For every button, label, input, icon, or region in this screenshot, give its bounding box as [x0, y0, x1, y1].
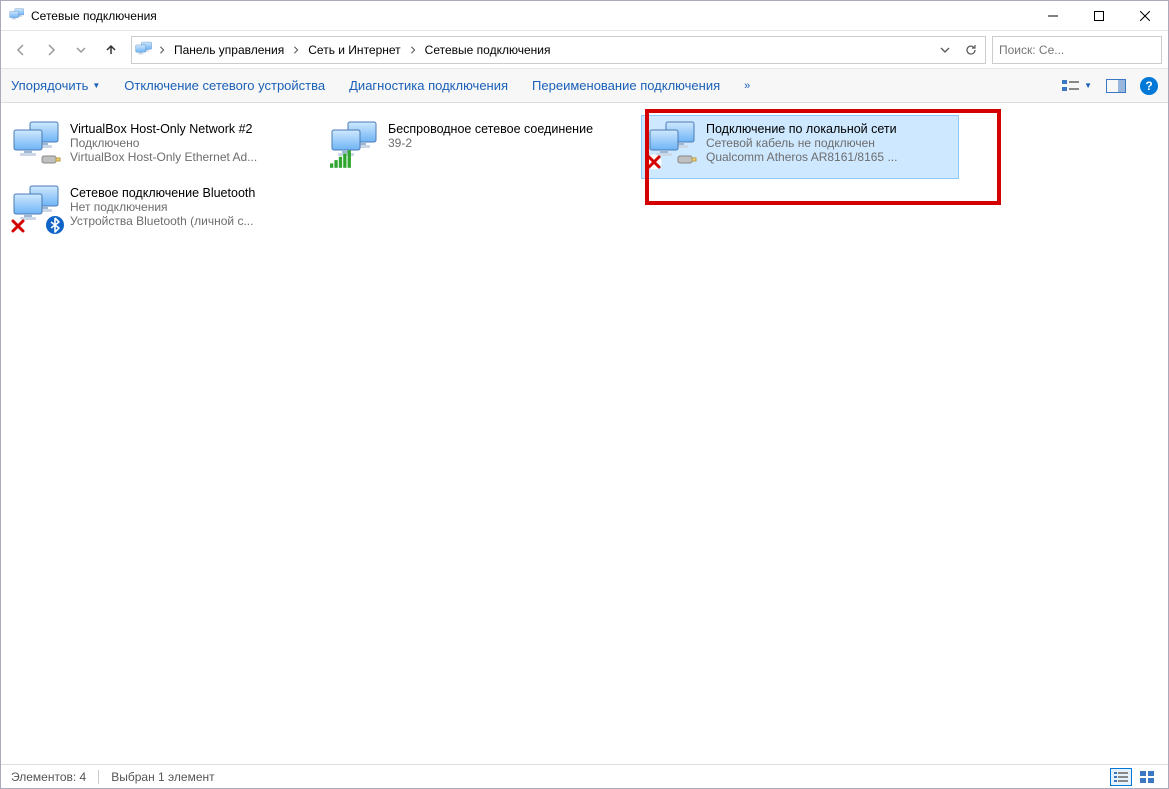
navbar: Панель управления Сеть и Интернет Сетевы… — [1, 31, 1168, 69]
chevron-down-icon: ▼ — [1084, 81, 1092, 90]
content-area: VirtualBox Host-Only Network #2 Подключе… — [1, 103, 1168, 764]
connection-device: VirtualBox Host-Only Ethernet Ad... — [70, 150, 316, 164]
breadcrumb-1[interactable]: Сеть и Интернет — [304, 38, 404, 62]
chevron-right-icon[interactable] — [290, 38, 302, 62]
separator — [98, 770, 99, 784]
connection-device: Устройства Bluetooth (личной с... — [70, 214, 316, 228]
network-adapter-icon — [648, 120, 698, 168]
preview-pane-button[interactable] — [1106, 76, 1126, 96]
search-box[interactable] — [992, 36, 1162, 64]
location-icon — [134, 40, 154, 60]
close-button[interactable] — [1122, 1, 1168, 31]
command-bar: Упорядочить ▼ Отключение сетевого устрой… — [1, 69, 1168, 103]
connection-item[interactable]: Сетевое подключение Bluetooth Нет подклю… — [5, 179, 323, 243]
connection-name: Сетевое подключение Bluetooth — [70, 186, 316, 200]
error-x-icon — [646, 154, 662, 170]
wifi-signal-icon — [330, 150, 352, 168]
breadcrumb-2[interactable]: Сетевые подключения — [421, 38, 555, 62]
nav-forward-button[interactable] — [37, 36, 65, 64]
connection-status: Сетевой кабель не подключен — [706, 136, 952, 150]
search-input[interactable] — [997, 42, 1156, 58]
connection-name: Подключение по локальной сети — [706, 122, 952, 136]
nav-back-button[interactable] — [7, 36, 35, 64]
connection-item[interactable]: Беспроводное сетевое соединение 39-2 — [323, 115, 641, 179]
connection-name: Беспроводное сетевое соединение — [388, 122, 634, 136]
connection-status: Подключено — [70, 136, 316, 150]
view-options-button[interactable]: ▼ — [1062, 79, 1092, 93]
address-bar[interactable]: Панель управления Сеть и Интернет Сетевы… — [131, 36, 986, 64]
connection-item[interactable]: VirtualBox Host-Only Network #2 Подключе… — [5, 115, 323, 179]
rename-button[interactable]: Переименование подключения — [532, 78, 720, 93]
titlebar: Сетевые подключения — [1, 1, 1168, 31]
organize-menu[interactable]: Упорядочить ▼ — [11, 78, 100, 93]
connection-status: 39-2 — [388, 136, 634, 150]
disable-device-button[interactable]: Отключение сетевого устройства — [124, 78, 325, 93]
nav-up-button[interactable] — [97, 36, 125, 64]
window-title: Сетевые подключения — [31, 9, 1030, 23]
chevron-right-icon[interactable] — [407, 38, 419, 62]
maximize-button[interactable] — [1076, 1, 1122, 31]
connection-item-selected[interactable]: Подключение по локальной сети Сетевой ка… — [641, 115, 959, 179]
help-button[interactable]: ? — [1140, 77, 1158, 95]
address-dropdown-button[interactable] — [933, 38, 957, 62]
overflow-button[interactable]: » — [744, 80, 750, 92]
large-icons-view-button[interactable] — [1136, 768, 1158, 786]
network-adapter-icon — [330, 120, 380, 168]
connection-status: Нет подключения — [70, 200, 316, 214]
minimize-button[interactable] — [1030, 1, 1076, 31]
status-item-count: Элементов: 4 — [11, 770, 86, 784]
nav-history-dropdown[interactable] — [67, 36, 95, 64]
chevron-down-icon: ▼ — [92, 81, 100, 90]
error-x-icon — [10, 218, 26, 234]
network-adapter-icon — [12, 184, 62, 232]
organize-label: Упорядочить — [11, 78, 88, 93]
network-adapter-icon — [12, 120, 62, 168]
breadcrumb-0[interactable]: Панель управления — [170, 38, 288, 62]
details-view-button[interactable] — [1110, 768, 1132, 786]
connection-device: Qualcomm Atheros AR8161/8165 ... — [706, 150, 952, 164]
status-bar: Элементов: 4 Выбран 1 элемент — [1, 764, 1168, 788]
refresh-button[interactable] — [959, 38, 983, 62]
chevron-right-icon[interactable] — [156, 38, 168, 62]
app-icon — [9, 8, 25, 24]
status-selection: Выбран 1 элемент — [111, 770, 214, 784]
bluetooth-icon — [46, 216, 64, 234]
connection-name: VirtualBox Host-Only Network #2 — [70, 122, 316, 136]
diagnose-button[interactable]: Диагностика подключения — [349, 78, 508, 93]
